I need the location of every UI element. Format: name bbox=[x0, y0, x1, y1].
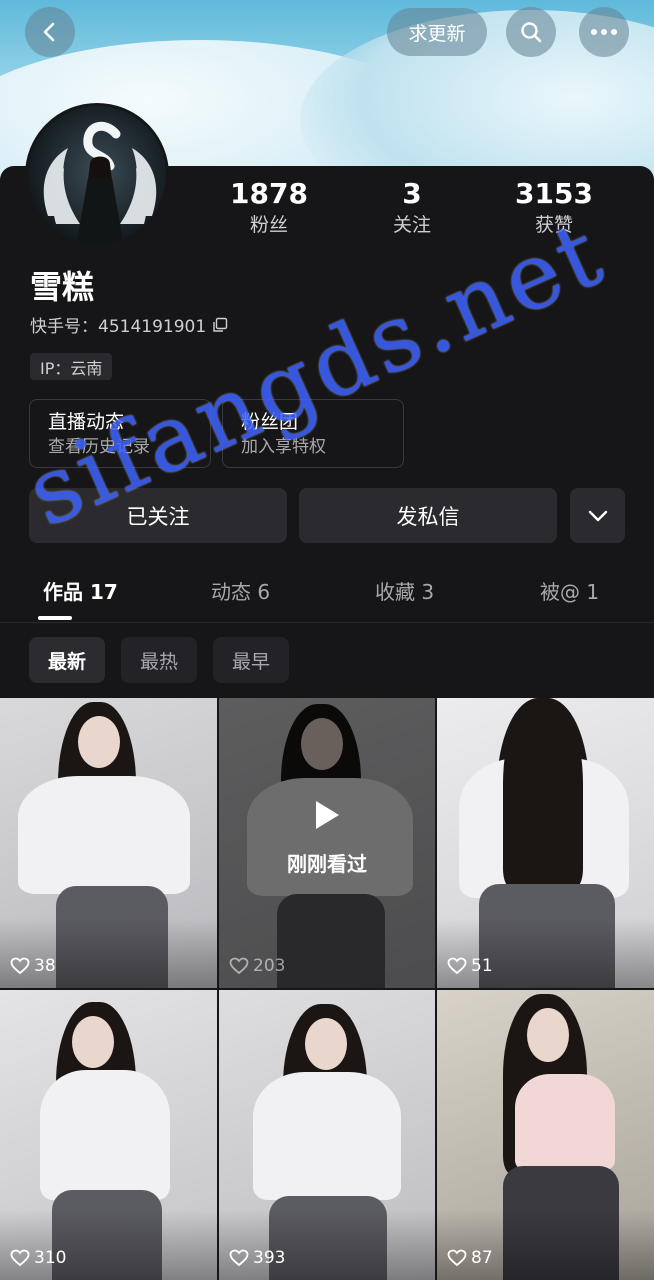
stat-followers[interactable]: 1878 粉丝 bbox=[209, 176, 329, 238]
likes-row: 203 bbox=[229, 956, 285, 976]
likes-count: 38 bbox=[34, 956, 56, 976]
tab-mentions[interactable]: 被@ 1 bbox=[540, 576, 599, 605]
followers-count: 1878 bbox=[230, 177, 308, 210]
recently-watched-label: 刚刚看过 bbox=[287, 852, 367, 876]
live-history-subtitle: 查看历史记录 bbox=[48, 437, 150, 457]
send-message-button[interactable]: 发私信 bbox=[299, 488, 557, 543]
more-icon bbox=[591, 29, 617, 35]
likes-label: 获赞 bbox=[534, 214, 573, 236]
avatar[interactable] bbox=[25, 103, 169, 247]
likes-row: 51 bbox=[447, 956, 493, 976]
following-count: 3 bbox=[402, 177, 422, 210]
likes-count: 51 bbox=[471, 956, 493, 976]
video-thumbnail[interactable]: 393 bbox=[219, 990, 435, 1280]
heart-icon bbox=[10, 1249, 30, 1267]
search-button[interactable] bbox=[506, 7, 556, 57]
heart-icon bbox=[229, 957, 249, 975]
kuaishou-id: 快手号：4514191901 bbox=[30, 317, 207, 337]
back-icon bbox=[43, 22, 55, 42]
avatar-swan-image bbox=[28, 106, 166, 244]
fan-club-card[interactable]: 粉丝团 加入享特权 bbox=[222, 399, 404, 468]
tab-moments[interactable]: 动态 6 bbox=[211, 576, 270, 605]
likes-count: 393 bbox=[253, 1248, 286, 1268]
sort-oldest-chip[interactable]: 最早 bbox=[213, 637, 290, 683]
nickname: 雪糕 bbox=[30, 268, 95, 306]
following-label: 关注 bbox=[392, 214, 431, 236]
kuaishou-id-row[interactable]: 快手号：4514191901 bbox=[30, 312, 228, 337]
live-history-card[interactable]: 直播动态 查看历史记录 bbox=[29, 399, 211, 468]
likes-count: 87 bbox=[471, 1248, 493, 1268]
tabs-divider bbox=[0, 622, 654, 623]
recently-watched-overlay bbox=[219, 698, 435, 988]
tab-favorites[interactable]: 收藏 3 bbox=[375, 576, 434, 605]
heart-icon bbox=[10, 957, 30, 975]
likes-count: 310 bbox=[34, 1248, 67, 1268]
more-button[interactable] bbox=[579, 7, 629, 57]
followers-label: 粉丝 bbox=[249, 214, 288, 236]
stat-likes[interactable]: 3153 获赞 bbox=[494, 176, 614, 238]
sort-hottest-chip[interactable]: 最热 bbox=[121, 637, 198, 683]
fan-club-title: 粉丝团 bbox=[241, 411, 299, 433]
likes-row: 310 bbox=[10, 1248, 66, 1268]
copy-icon[interactable] bbox=[212, 317, 228, 333]
stat-following[interactable]: 3 关注 bbox=[352, 176, 472, 238]
back-button[interactable] bbox=[25, 7, 75, 57]
sort-newest-chip[interactable]: 最新 bbox=[29, 637, 106, 683]
likes-row: 87 bbox=[447, 1248, 493, 1268]
search-icon bbox=[521, 22, 542, 43]
play-icon bbox=[316, 801, 339, 829]
followed-button[interactable]: 已关注 bbox=[29, 488, 287, 543]
ip-location-tag: IP：云南 bbox=[30, 353, 113, 380]
fan-club-subtitle: 加入享特权 bbox=[241, 437, 326, 457]
expand-recommend-button[interactable] bbox=[570, 488, 625, 543]
likes-row: 38 bbox=[10, 956, 56, 976]
video-thumbnail[interactable]: 51 bbox=[437, 698, 654, 988]
video-thumbnail[interactable]: 310 bbox=[0, 990, 217, 1280]
heart-icon bbox=[447, 957, 467, 975]
request-update-button[interactable]: 求更新 bbox=[387, 8, 487, 56]
heart-icon bbox=[447, 1249, 467, 1267]
video-thumbnail[interactable]: 87 bbox=[437, 990, 654, 1280]
likes-row: 393 bbox=[229, 1248, 285, 1268]
video-thumbnail[interactable]: 38 bbox=[0, 698, 217, 988]
tab-works[interactable]: 作品 17 bbox=[43, 576, 118, 605]
heart-icon bbox=[229, 1249, 249, 1267]
chevron-down-icon bbox=[588, 510, 607, 521]
video-thumbnail[interactable]: 刚刚看过 203 bbox=[219, 698, 435, 988]
likes-count: 203 bbox=[253, 956, 286, 976]
likes-count: 3153 bbox=[515, 177, 593, 210]
live-history-title: 直播动态 bbox=[48, 411, 125, 433]
active-tab-indicator bbox=[38, 616, 72, 620]
